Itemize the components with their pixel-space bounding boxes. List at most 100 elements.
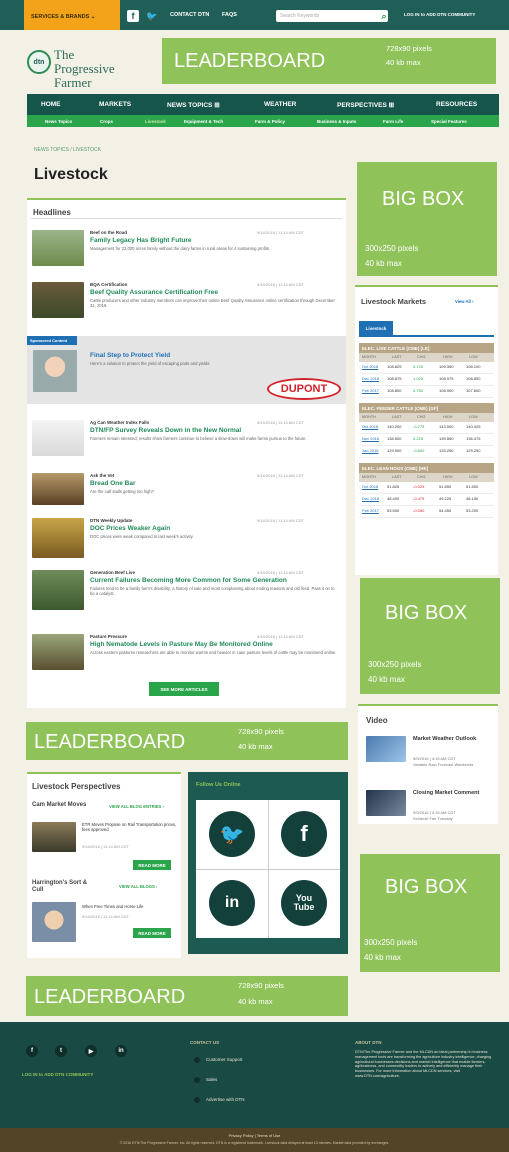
ad-size: 300x250 pixels — [364, 938, 418, 947]
footer-contact-item[interactable]: Advertise with DTN — [206, 1097, 245, 1103]
headline-thumb[interactable] — [32, 570, 84, 610]
subnav-livestock[interactable]: Livestock — [145, 119, 166, 124]
table-row[interactable]: Oct 2016 108.825 0.725 109.350 108.100 — [359, 362, 494, 374]
blog-post-title[interactable]: ETR Moves Propose on Rail Transportation… — [82, 822, 177, 832]
tab-livestock[interactable]: Livestock — [359, 321, 393, 335]
search-icon[interactable]: ⌕ — [378, 10, 390, 22]
headline-title[interactable]: Bread One Bar — [90, 480, 340, 487]
youtube-icon[interactable]: You Tube — [281, 880, 327, 926]
youtube-icon[interactable]: ▶ — [85, 1045, 97, 1057]
markets-title: Livestock Markets — [361, 297, 427, 306]
sponsored-title[interactable]: Final Step to Protect Yield — [90, 352, 330, 359]
table-row[interactable]: Jan 2016 129.900 -0.600 133.250 129.250 — [359, 446, 494, 458]
table-row[interactable]: Feb 2017 53.500 -0.050 54.450 53.200 — [359, 506, 494, 518]
faqs-link[interactable]: FAQS — [222, 12, 237, 18]
headline-title[interactable]: High Nematode Levels in Pasture May Be M… — [90, 641, 340, 648]
table-row[interactable]: Oct 2016 140.200 -0.275 143.500 140.425 — [359, 422, 494, 434]
login-link[interactable]: LOG IN to ADD DTN COMMUNITY — [404, 12, 475, 17]
perspectives-title: Livestock Perspectives — [32, 782, 121, 791]
footer-contact-item[interactable]: Sales — [206, 1077, 217, 1083]
sponsor-photo[interactable] — [33, 350, 77, 392]
ad-label: BIG BOX — [385, 602, 468, 624]
markets-view-all-link[interactable]: View All › — [455, 299, 473, 304]
leaderboard-ad-middle[interactable]: LEADERBOARD 728x90 pixels 40 kb max — [26, 722, 348, 760]
blog-view-all-link[interactable]: VIEW ALL BLOGS › — [119, 884, 157, 889]
social-grid: 🐦 f in You Tube — [196, 800, 340, 938]
subnav-special[interactable]: Special Features — [431, 119, 467, 124]
table-row[interactable]: Dec 2016 108.875 1.025 108.975 108.850 — [359, 374, 494, 386]
breadcrumb[interactable]: NEWS TOPICS / LIVESTOCK — [34, 147, 101, 153]
facebook-icon[interactable]: f — [26, 1045, 38, 1057]
video-thumb[interactable] — [366, 736, 406, 762]
headline-title[interactable]: DTN/FP Survey Reveals Down in the New No… — [90, 427, 340, 434]
subnav-crops[interactable]: Crops — [100, 119, 113, 124]
nav-home[interactable]: HOME — [41, 101, 61, 108]
subnav-farm-policy[interactable]: Farm & Policy — [255, 119, 285, 124]
services-brands-dropdown[interactable]: SERVICES & BRANDS ⌄ — [24, 0, 120, 34]
subnav-equipment[interactable]: Equipment & Tech — [184, 119, 223, 124]
headline-thumb[interactable] — [32, 473, 84, 505]
bigbox-ad-3[interactable]: BIG BOX 300x250 pixels 40 kb max — [360, 854, 500, 972]
table-row[interactable]: Oct 2016 51.825 -0.025 51.650 51.500 — [359, 482, 494, 494]
blog-author-photo[interactable] — [32, 902, 76, 942]
search-input[interactable]: Search Keywords — [276, 10, 388, 22]
video-item-title[interactable]: Market Weather Outlook — [413, 736, 483, 742]
grid-divider — [196, 869, 340, 870]
footer-contact-item[interactable]: Customer Support — [206, 1057, 243, 1063]
twitter-icon[interactable]: 🐦 — [209, 811, 255, 857]
twitter-icon[interactable]: t — [55, 1045, 67, 1057]
table-row[interactable]: Dec 2016 48.400 -0.475 49.225 48.150 — [359, 494, 494, 506]
headline-title[interactable]: Beef Quality Assurance Certification Fre… — [90, 289, 340, 296]
headline-title[interactable]: Current Failures Becoming More Common fo… — [90, 577, 340, 584]
twitter-icon[interactable]: 🐦 — [146, 10, 158, 22]
subnav-business[interactable]: Business & Inputs — [317, 119, 356, 124]
headline-title[interactable]: DOC Prices Weaker Again — [90, 525, 340, 532]
headline-thumb[interactable] — [32, 230, 84, 266]
video-item-title[interactable]: Closing Market Comment — [413, 790, 483, 796]
dtn-logo-badge[interactable]: dtn — [27, 50, 51, 74]
headline-title[interactable]: Family Legacy Has Bright Future — [90, 237, 340, 244]
nav-news-topics[interactable]: NEWS TOPICS ⊞ — [167, 101, 220, 109]
blog-thumb[interactable] — [32, 822, 76, 852]
headline-summary: Farmers remain stressed; results show fa… — [90, 436, 307, 441]
headline-thumb[interactable] — [32, 282, 84, 318]
table-row[interactable]: Feb 2017 108.800 0.750 108.900 107.600 — [359, 386, 494, 398]
headline-thumb[interactable] — [32, 634, 84, 670]
linkedin-icon[interactable]: in — [115, 1045, 127, 1057]
footer-about-heading: ABOUT DTN — [355, 1040, 382, 1045]
subnav-news-topics[interactable]: News Topics — [45, 119, 72, 124]
nav-weather[interactable]: WEATHER — [264, 101, 296, 108]
facebook-icon[interactable]: f — [127, 10, 139, 22]
blog-name[interactable]: Harrington's Sort & Cull — [32, 880, 92, 894]
site-logo-text[interactable]: The Progressive Farmer — [54, 48, 138, 90]
read-more-button[interactable]: READ MORE — [133, 928, 171, 938]
blog-view-all-link[interactable]: VIEW ALL BLOG ENTRIES › — [109, 804, 164, 809]
nav-markets[interactable]: MARKETS — [99, 101, 131, 108]
headline-thumb[interactable] — [32, 420, 84, 456]
leaderboard-ad-bottom[interactable]: LEADERBOARD 728x90 pixels 40 kb max — [26, 976, 348, 1016]
headline-thumb[interactable] — [32, 518, 84, 558]
subnav-farm-life[interactable]: Farm Life — [383, 119, 403, 124]
col-month: MONTH — [362, 355, 376, 359]
linkedin-icon[interactable]: in — [209, 880, 255, 926]
read-more-button[interactable]: READ MORE — [133, 860, 171, 870]
footer-login-link[interactable]: LOG IN to ADD DTN COMMUNITY — [22, 1072, 93, 1078]
facebook-icon[interactable]: f — [281, 811, 327, 857]
leaderboard-ad-top[interactable]: LEADERBOARD 728x90 pixels 40 kb max — [162, 38, 496, 84]
dupont-logo[interactable]: DUPONT — [267, 378, 341, 400]
headline-summary: Failures tend to be a family farm's disa… — [90, 586, 335, 596]
table-row[interactable]: Nov 2016 138.500 0.225 139.550 136.475 — [359, 434, 494, 446]
livestock-perspectives-panel: Livestock Perspectives Cam Market Moves … — [27, 772, 181, 958]
footer-legal-links[interactable]: Privacy Policy | Terms of Use — [0, 1133, 509, 1138]
video-thumb[interactable] — [366, 790, 406, 816]
nav-resources[interactable]: RESOURCES — [436, 101, 477, 108]
blog-name[interactable]: Cam Market Moves — [32, 802, 86, 808]
ad-max: 40 kb max — [238, 997, 273, 1006]
see-more-articles-button[interactable]: SEE MORE ARTICLES — [149, 682, 219, 696]
nav-perspectives[interactable]: PERSPECTIVES ⊞ — [337, 101, 394, 109]
bigbox-ad-1[interactable]: BIG BOX 300x250 pixels 40 kb max — [357, 162, 497, 276]
bigbox-ad-2[interactable]: BIG BOX 300x250 pixels 40 kb max — [360, 578, 500, 694]
blog-post-title[interactable]: When Free Times and Horse Life — [82, 904, 177, 909]
contact-link[interactable]: CONTACT DTN — [170, 12, 209, 18]
headline-date: 9/14/2016 | 11:14 AM CDT — [257, 473, 304, 478]
